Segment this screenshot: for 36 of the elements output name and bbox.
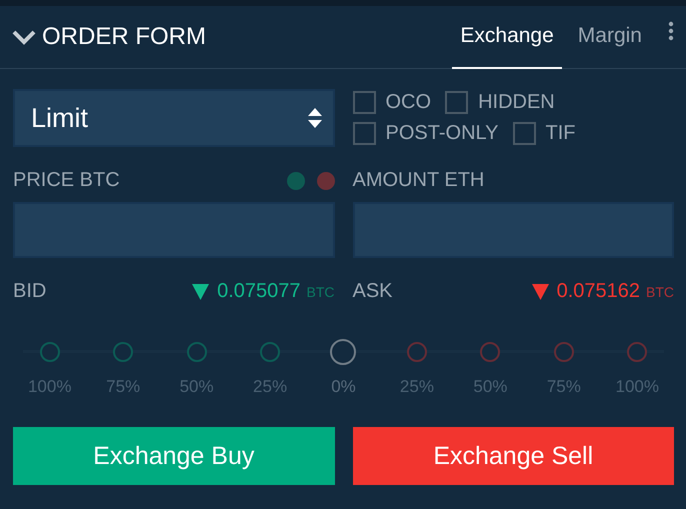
- option-checkbox[interactable]: POST-ONLY: [352, 122, 498, 145]
- slider-stop[interactable]: [406, 342, 427, 362]
- more-icon[interactable]: [668, 21, 674, 41]
- option-checkbox[interactable]: OCO: [352, 91, 432, 114]
- sort-arrows-icon: [306, 106, 322, 130]
- slider-stop[interactable]: [554, 342, 574, 362]
- quote-label: BID: [13, 280, 48, 303]
- slider-stop[interactable]: [40, 342, 60, 362]
- amount-input[interactable]: [352, 202, 674, 258]
- down-triangle-icon: [532, 284, 549, 300]
- quote-unit: BTC: [306, 284, 334, 300]
- field-label: PRICE BTC: [13, 169, 121, 192]
- field-label: AMOUNT ETH: [352, 169, 486, 192]
- price-input[interactable]: [13, 202, 334, 258]
- slider-stop[interactable]: [627, 342, 648, 362]
- panel-title: ORDER FORM: [42, 23, 207, 51]
- order-type-select[interactable]: Limit: [13, 89, 334, 147]
- status-dot[interactable]: [316, 172, 334, 190]
- option-checkbox[interactable]: TIF: [512, 122, 576, 145]
- order-button[interactable]: Exchange Sell: [352, 427, 674, 485]
- slider-stop[interactable]: [260, 342, 280, 362]
- quote-price: 0.075077: [217, 280, 300, 303]
- quote-unit: BTC: [646, 284, 674, 300]
- option-checkbox[interactable]: HIDDEN: [445, 91, 555, 114]
- slider-stop[interactable]: [480, 342, 500, 362]
- tab[interactable]: Exchange: [452, 6, 562, 68]
- quote-price: 0.075162: [556, 280, 640, 303]
- slider-stop[interactable]: [113, 342, 134, 362]
- status-dot[interactable]: [286, 172, 304, 190]
- down-triangle-icon: [192, 284, 210, 300]
- chevron-down-icon[interactable]: [12, 29, 36, 45]
- percent-label: 0%: [331, 377, 356, 397]
- tab[interactable]: Margin: [570, 6, 650, 68]
- slider-stop[interactable]: [330, 339, 356, 365]
- slider-stop[interactable]: [186, 342, 207, 362]
- quote-label: ASK: [352, 280, 394, 303]
